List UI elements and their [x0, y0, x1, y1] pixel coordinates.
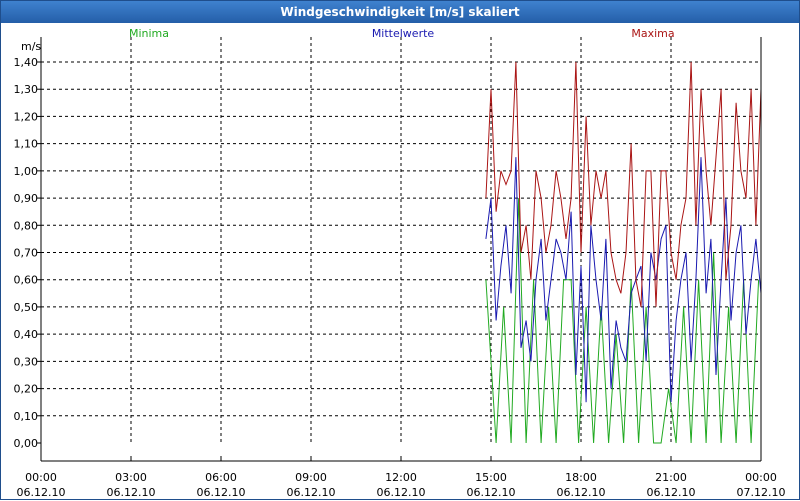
y-tick-label: 0,10	[14, 410, 39, 423]
legend-maxima: Maxima	[631, 27, 674, 40]
chart-window: Windgeschwindigkeit [m/s] skaliert 0,00 0…	[0, 0, 800, 500]
y-tick-label: 1,00	[14, 165, 39, 178]
y-tick-label: 1,10	[14, 138, 39, 151]
x-tick-time: 15:00	[475, 471, 507, 484]
chart-canvas: 0,00 0,10 0,20 0,30 0,40 0,50 0,60 0,70 0,80 0,90…	[14, 27, 786, 499]
x-tick-time: 12:00	[385, 471, 417, 484]
y-tick-label: 0,70	[14, 247, 39, 260]
x-tick-time: 21:00	[655, 471, 687, 484]
x-tick-date: 07.12.10	[737, 486, 786, 499]
x-tick-date: 06.12.10	[107, 486, 156, 499]
y-tick-label: 0,90	[14, 192, 39, 205]
y-tick-label: 0,80	[14, 219, 39, 232]
x-tick-date: 06.12.10	[377, 486, 426, 499]
x-tick-date: 06.12.10	[17, 486, 66, 499]
x-tick-time: 18:00	[565, 471, 597, 484]
y-axis-label: m/s	[21, 40, 41, 53]
x-tick-time: 09:00	[295, 471, 327, 484]
legend-mittelwerte: Mittelwerte	[372, 27, 435, 40]
legend-minima: Minima	[129, 27, 169, 40]
x-tick-date: 06.12.10	[467, 486, 516, 499]
x-tick-date: 06.12.10	[287, 486, 336, 499]
x-tick-time: 00:00	[25, 471, 57, 484]
y-tick-label: 1,40	[14, 56, 39, 69]
y-tick-label: 1,30	[14, 83, 39, 96]
x-tick-date: 06.12.10	[557, 486, 606, 499]
y-tick-label: 1,20	[14, 110, 39, 123]
x-tick-time: 06:00	[205, 471, 237, 484]
y-tick-label: 0,20	[14, 383, 39, 396]
x-tick-date: 06.12.10	[647, 486, 696, 499]
x-tick-time: 03:00	[115, 471, 147, 484]
y-tick-label: 0,60	[14, 274, 39, 287]
y-tick-label: 0,50	[14, 301, 39, 314]
series-line-maxima	[485, 61, 762, 307]
y-tick-label: 0,30	[14, 355, 39, 368]
x-tick-time: 00:00	[745, 471, 777, 484]
y-tick-label: 0,40	[14, 328, 39, 341]
x-tick-date: 06.12.10	[197, 486, 246, 499]
y-tick-label: 0,00	[14, 437, 39, 450]
